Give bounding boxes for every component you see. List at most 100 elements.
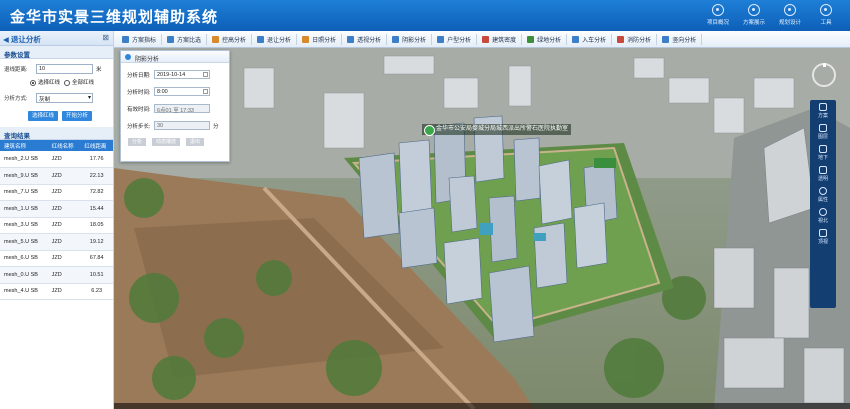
tool-vertical[interactable]: 竖向分析 bbox=[657, 33, 703, 45]
valid-time-label: 有效时间: bbox=[127, 106, 151, 113]
table-row[interactable]: mesh_4.U SB JZD 6.23 bbox=[0, 283, 113, 300]
shadow-icon bbox=[392, 35, 400, 43]
rtool-layers[interactable]: 图层 bbox=[810, 121, 836, 142]
redline-radio-group: 选择红线 全部红线 bbox=[0, 76, 113, 88]
exit-button[interactable]: 退出 bbox=[186, 138, 205, 146]
table-row[interactable]: mesh_3.U SB JZD 18.05 bbox=[0, 217, 113, 234]
globe-icon bbox=[784, 4, 796, 16]
calendar-icon[interactable] bbox=[203, 72, 208, 77]
compass-icon bbox=[819, 208, 827, 216]
dialog-title: 阴影分析 bbox=[121, 51, 229, 63]
rtool-topview[interactable]: 顶视 bbox=[810, 226, 836, 247]
start-analysis-button[interactable]: 开始分析 bbox=[62, 111, 93, 121]
distance-unit: 米 bbox=[96, 67, 102, 73]
density-icon bbox=[482, 35, 490, 43]
tool-plan-metrics[interactable]: 方案指标 bbox=[117, 33, 163, 45]
rtool-north[interactable]: 視北 bbox=[810, 205, 836, 226]
header-nav-plans[interactable]: 方案展示 bbox=[736, 3, 772, 26]
dialog-buttons: 分析 动态播放 退出 bbox=[121, 138, 229, 146]
tool-fire[interactable]: 消防分析 bbox=[612, 33, 658, 45]
retreat-icon bbox=[257, 35, 265, 43]
rtool-underground[interactable]: 地下 bbox=[810, 142, 836, 163]
radio-off-icon bbox=[64, 79, 71, 86]
header-nav-design[interactable]: 规划设计 bbox=[772, 3, 808, 26]
analyze-button[interactable]: 分析 bbox=[128, 138, 147, 146]
table-row[interactable]: mesh_9.U SB JZD 22.13 bbox=[0, 167, 113, 185]
valid-time-field: 6点01 至 17:33 bbox=[154, 104, 210, 114]
param-buttons: 选择红线 开始分析 bbox=[0, 111, 113, 121]
watermark-logo: 大数跨境 bbox=[6, 383, 62, 399]
tool-unit-type[interactable]: 户型分析 bbox=[432, 33, 478, 45]
clock-icon[interactable] bbox=[203, 89, 208, 94]
height-icon bbox=[212, 35, 220, 43]
location-callout[interactable]: 金华市公安局婺城分局城西派出所警石医院执勤室 bbox=[422, 124, 572, 136]
app-header: 金华市实景三维规划辅助系统 项目概况 方案展示 规划设计 工具 bbox=[0, 0, 850, 31]
col-redline: 红线名称 bbox=[47, 140, 81, 151]
transparent-icon bbox=[819, 166, 827, 174]
house-icon bbox=[437, 35, 445, 43]
back-button[interactable]: ◀ 退让分析 bbox=[3, 34, 41, 45]
compass-icon[interactable] bbox=[812, 63, 836, 87]
radio-selected-redline[interactable]: 选择红线 bbox=[30, 78, 60, 86]
select-redline-button[interactable]: 选择红线 bbox=[28, 111, 59, 121]
table-row[interactable]: mesh_1.U SB JZD 15.44 bbox=[0, 200, 113, 218]
sun-icon bbox=[302, 35, 310, 43]
table-row[interactable]: mesh_6.U SB JZD 67.84 bbox=[0, 250, 113, 267]
distance-label: 退线距离: bbox=[4, 67, 28, 73]
status-bar bbox=[114, 403, 850, 409]
doc-icon bbox=[122, 35, 129, 43]
right-toolbar: 方案 图层 地下 透明 属性 視北 顶视 bbox=[810, 100, 836, 308]
distance-input[interactable]: 10 bbox=[36, 64, 93, 74]
underground-icon bbox=[819, 145, 827, 153]
tool-retreat[interactable]: 退让分析 bbox=[252, 33, 298, 45]
header-nav-tools[interactable]: 工具 bbox=[808, 3, 844, 26]
car-icon bbox=[572, 35, 580, 43]
search-icon bbox=[819, 187, 827, 195]
tool-height-control[interactable]: 控高分析 bbox=[207, 33, 253, 45]
step-input[interactable]: 30 bbox=[154, 121, 210, 130]
tool-perspective[interactable]: 透视分析 bbox=[342, 33, 388, 45]
table-header-row: 建筑名称 红线名称 红线距离 bbox=[0, 140, 113, 151]
header-nav-overview[interactable]: 项目概况 bbox=[700, 3, 736, 26]
plan-icon bbox=[819, 103, 827, 111]
method-row: 分析方式: 灰制 ▾ bbox=[0, 91, 113, 105]
rtool-transparent[interactable]: 透明 bbox=[810, 163, 836, 184]
step-unit: 分 bbox=[213, 123, 219, 130]
table-row[interactable]: mesh_7.U SB JZD 72.82 bbox=[0, 184, 113, 201]
globe-icon bbox=[712, 4, 724, 16]
time-input[interactable]: 8:00 bbox=[154, 87, 210, 96]
tool-sunlight[interactable]: 日照分析 bbox=[297, 33, 343, 45]
date-label: 分析日期: bbox=[127, 72, 151, 79]
section-params-title: 参数设置 bbox=[0, 46, 113, 59]
radio-all-redline[interactable]: 全部红线 bbox=[64, 78, 94, 86]
time-label: 分析时间: bbox=[127, 89, 151, 96]
table-row[interactable]: mesh_2.U SB JZD 17.76 bbox=[0, 151, 113, 168]
method-select[interactable]: 灰制 ▾ bbox=[36, 93, 93, 103]
tool-shadow[interactable]: 阴影分析 bbox=[387, 33, 433, 45]
distance-row: 退线距离: 10 米 bbox=[0, 62, 113, 76]
table-row[interactable]: mesh_0.U SB JZD 10.51 bbox=[0, 266, 113, 284]
step-label: 分析步长: bbox=[127, 123, 151, 130]
layers-icon bbox=[819, 124, 827, 132]
results-table: 建筑名称 红线名称 红线距离 mesh_2.U SB JZD 17.76 mesh_… bbox=[0, 140, 113, 300]
tool-vehicle[interactable]: 入车分析 bbox=[567, 33, 613, 45]
compare-icon bbox=[167, 35, 175, 43]
gear-icon bbox=[820, 4, 832, 16]
chevron-down-icon: ▾ bbox=[87, 95, 91, 101]
rtool-plan[interactable]: 方案 bbox=[810, 100, 836, 121]
date-row: 分析日期: 2019-10-14 bbox=[121, 69, 229, 80]
close-icon[interactable]: ⊠ bbox=[102, 33, 109, 42]
left-panel: ◀ 退让分析 ⊠ 参数设置 退线距离: 10 米 选择红线 全部红线 分析方式:… bbox=[0, 31, 114, 409]
eye-icon bbox=[347, 35, 355, 43]
table-row[interactable]: mesh_5.U SB JZD 19.12 bbox=[0, 233, 113, 251]
dynamic-play-button[interactable]: 动态播放 bbox=[152, 138, 181, 146]
tool-greenspace[interactable]: 绿地分析 bbox=[522, 33, 568, 45]
tool-plan-compare[interactable]: 方案比选 bbox=[162, 33, 208, 45]
tool-density[interactable]: 建筑密度 bbox=[477, 33, 523, 45]
date-input[interactable]: 2019-10-14 bbox=[154, 70, 210, 79]
shadow-analysis-dialog: 阴影分析 分析日期: 2019-10-14 分析时间: 8:00 有效时间: 6… bbox=[120, 50, 230, 162]
fire-icon bbox=[617, 35, 625, 43]
rtool-attributes[interactable]: 属性 bbox=[810, 184, 836, 205]
time-row: 分析时间: 8:00 bbox=[121, 86, 229, 97]
step-row: 分析步长: 30 分 bbox=[121, 120, 229, 131]
